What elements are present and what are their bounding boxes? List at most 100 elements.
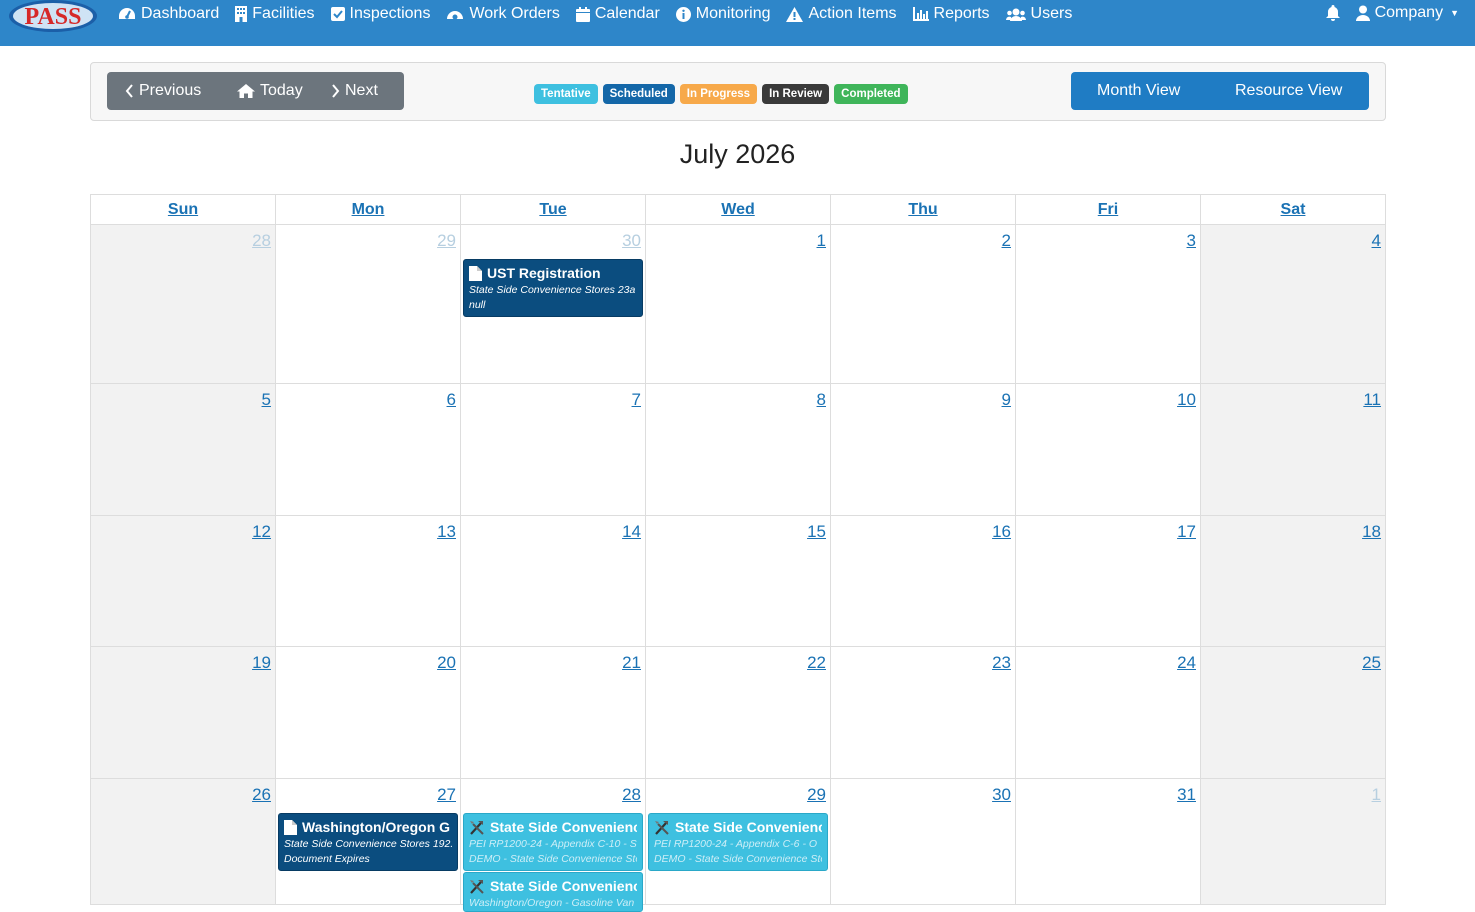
weekday-fri[interactable]: Fri (1016, 195, 1201, 225)
nav-action-items[interactable]: Action Items (786, 4, 897, 24)
nav-work-orders[interactable]: Work Orders (446, 4, 560, 24)
day-cell[interactable]: 31 (1016, 779, 1201, 905)
bell-icon[interactable] (1325, 5, 1340, 21)
day-cell[interactable]: 5 (91, 384, 276, 516)
event-washington-oregon[interactable]: Washington/Oregon G State Side Convenien… (278, 813, 458, 871)
day-cell[interactable]: 6 (276, 384, 461, 516)
day-number[interactable]: 24 (1177, 653, 1196, 673)
day-number[interactable]: 22 (807, 653, 826, 673)
day-number[interactable]: 1 (817, 231, 826, 251)
day-cell[interactable]: 29 (276, 225, 461, 384)
event-state-side-inspection[interactable]: State Side Convenienc PEI RP1200-24 - Ap… (463, 813, 643, 871)
day-number[interactable]: 9 (1002, 390, 1011, 410)
day-cell[interactable]: 30 (831, 779, 1016, 905)
day-number[interactable]: 17 (1177, 522, 1196, 542)
day-number[interactable]: 15 (807, 522, 826, 542)
day-number[interactable]: 7 (632, 390, 641, 410)
day-cell[interactable]: 23 (831, 647, 1016, 779)
weekday-mon[interactable]: Mon (276, 195, 461, 225)
day-cell[interactable]: 17 (1016, 516, 1201, 647)
day-cell[interactable]: 1 (1201, 779, 1386, 905)
day-cell[interactable]: 19 (91, 647, 276, 779)
nav-facilities[interactable]: Facilities (235, 4, 315, 24)
day-number[interactable]: 27 (437, 785, 456, 805)
day-cell[interactable]: 8 (646, 384, 831, 516)
day-number[interactable]: 29 (807, 785, 826, 805)
day-number[interactable]: 14 (622, 522, 641, 542)
nav-calendar[interactable]: Calendar (575, 4, 660, 24)
day-cell[interactable]: 3 (1016, 225, 1201, 384)
day-cell[interactable]: 20 (276, 647, 461, 779)
weekday-sun[interactable]: Sun (91, 195, 276, 225)
day-number[interactable]: 30 (992, 785, 1011, 805)
day-cell[interactable]: 24 (1016, 647, 1201, 779)
day-cell[interactable]: 12 (91, 516, 276, 647)
day-cell[interactable]: 2 (831, 225, 1016, 384)
day-cell[interactable]: 25 (1201, 647, 1386, 779)
day-cell[interactable]: 1 (646, 225, 831, 384)
day-number[interactable]: 20 (437, 653, 456, 673)
today-button[interactable]: Today (219, 72, 317, 110)
day-number[interactable]: 30 (622, 231, 641, 251)
day-number[interactable]: 3 (1187, 231, 1196, 251)
nav-users[interactable]: Users (1005, 4, 1072, 24)
day-cell[interactable]: 14 (461, 516, 646, 647)
day-cell[interactable]: 28 State Side Convenienc PEI RP1200-24 -… (461, 779, 646, 912)
day-cell[interactable]: 22 (646, 647, 831, 779)
day-number[interactable]: 31 (1177, 785, 1196, 805)
day-number[interactable]: 2 (1002, 231, 1011, 251)
nav-inspections[interactable]: Inspections (330, 4, 430, 24)
day-number[interactable]: 11 (1363, 390, 1381, 410)
weekday-sat[interactable]: Sat (1201, 195, 1386, 225)
day-number[interactable]: 13 (437, 522, 456, 542)
day-cell[interactable]: 7 (461, 384, 646, 516)
event-title: State Side Convenienc (675, 819, 822, 835)
weekday-wed[interactable]: Wed (646, 195, 831, 225)
previous-button[interactable]: Previous (107, 72, 219, 110)
day-number[interactable]: 28 (622, 785, 641, 805)
month-view-button[interactable]: Month View (1071, 72, 1209, 110)
company-dropdown[interactable]: Company ▼ (1355, 4, 1459, 22)
day-number[interactable]: 19 (252, 653, 271, 673)
day-number[interactable]: 16 (992, 522, 1011, 542)
next-button[interactable]: Next (317, 72, 403, 110)
day-number[interactable]: 4 (1372, 231, 1381, 251)
day-cell[interactable]: 11 (1201, 384, 1386, 516)
event-state-side-inspection[interactable]: State Side Convenienc PEI RP1200-24 - Ap… (648, 813, 828, 871)
day-number[interactable]: 18 (1362, 522, 1381, 542)
resource-view-button[interactable]: Resource View (1209, 72, 1342, 110)
day-cell[interactable]: 28 (91, 225, 276, 384)
day-cell[interactable]: 4 (1201, 225, 1386, 384)
day-cell[interactable]: 27 Washington/Oregon G State Side Conven… (276, 779, 461, 905)
day-number[interactable]: 8 (817, 390, 826, 410)
day-number[interactable]: 10 (1177, 390, 1196, 410)
day-number[interactable]: 5 (262, 390, 271, 410)
day-cell[interactable]: 18 (1201, 516, 1386, 647)
nav-monitoring[interactable]: Monitoring (675, 4, 770, 24)
weekday-thu[interactable]: Thu (831, 195, 1016, 225)
nav-dashboard[interactable]: Dashboard (118, 4, 219, 24)
day-number[interactable]: 29 (437, 231, 456, 251)
day-cell[interactable]: 16 (831, 516, 1016, 647)
day-number[interactable]: 23 (992, 653, 1011, 673)
day-cell[interactable]: 9 (831, 384, 1016, 516)
weekday-tue[interactable]: Tue (461, 195, 646, 225)
day-cell[interactable]: 10 (1016, 384, 1201, 516)
day-number[interactable]: 6 (447, 390, 456, 410)
day-cell[interactable]: 26 (91, 779, 276, 905)
day-number[interactable]: 28 (252, 231, 271, 251)
day-number[interactable]: 21 (622, 653, 641, 673)
day-number[interactable]: 25 (1362, 653, 1381, 673)
nav-reports[interactable]: Reports (912, 4, 990, 24)
day-cell[interactable]: 15 (646, 516, 831, 647)
day-cell[interactable]: 13 (276, 516, 461, 647)
day-cell[interactable]: 21 (461, 647, 646, 779)
event-state-side-inspection[interactable]: State Side Convenienc Washington/Oregon … (463, 872, 643, 912)
day-cell[interactable]: 29 State Side Convenienc PEI RP1200-24 -… (646, 779, 831, 905)
pass-logo[interactable]: PASS (8, 0, 98, 34)
day-number[interactable]: 1 (1372, 785, 1381, 805)
day-cell[interactable]: 30 UST Registration State Side Convenien… (461, 225, 646, 384)
day-number[interactable]: 12 (252, 522, 271, 542)
day-number[interactable]: 26 (252, 785, 271, 805)
event-ust-registration[interactable]: UST Registration State Side Convenience … (463, 259, 643, 317)
